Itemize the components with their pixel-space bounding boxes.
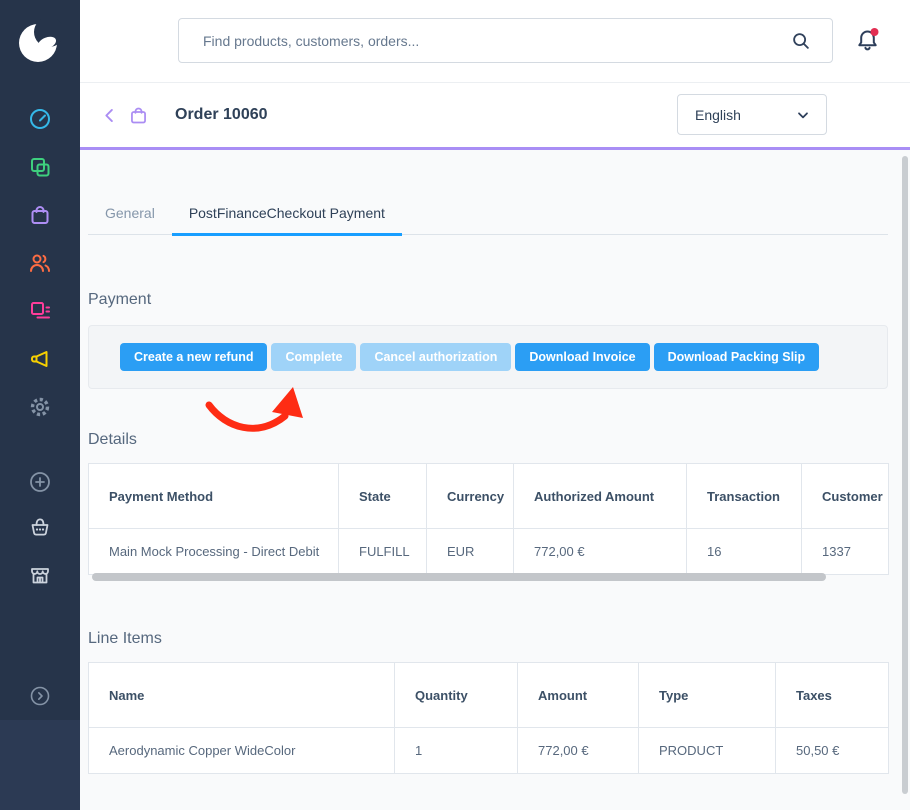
- download-packing-slip-button[interactable]: Download Packing Slip: [654, 343, 820, 371]
- red-arrow-annotation: [200, 384, 310, 442]
- tab-bar: General PostFinanceCheckout Payment: [88, 192, 888, 235]
- content-area: General PostFinanceCheckout Payment Paym…: [80, 150, 910, 810]
- details-section-heading: Details: [88, 431, 137, 449]
- column-header: Payment Method: [89, 464, 339, 529]
- table-cell: Aerodynamic Copper WideColor: [89, 728, 395, 774]
- language-selector[interactable]: English: [677, 94, 827, 135]
- sidebar-item-orders[interactable]: [28, 203, 52, 227]
- speedometer-icon: [28, 107, 52, 131]
- table-cell: Main Mock Processing - Direct Debit: [89, 529, 339, 575]
- payment-section-heading: Payment: [88, 291, 151, 309]
- basket-icon: [28, 515, 52, 539]
- tab-postfinancecheckout-payment[interactable]: PostFinanceCheckout Payment: [172, 192, 402, 234]
- sidebar-item-add-extension[interactable]: [28, 470, 52, 494]
- document-lines-icon: [28, 299, 52, 323]
- column-header: State: [339, 464, 427, 529]
- back-chevron-icon[interactable]: [100, 106, 119, 125]
- gear-icon: [28, 395, 52, 419]
- column-header: Amount: [518, 663, 639, 728]
- cancel-authorization-button[interactable]: Cancel authorization: [360, 343, 511, 371]
- users-icon: [28, 251, 52, 275]
- line-items-section-heading: Line Items: [88, 630, 162, 648]
- sidebar-item-my-extensions[interactable]: [28, 515, 52, 539]
- global-search: [178, 18, 833, 63]
- sidebar-item-expand-menu[interactable]: [28, 684, 52, 708]
- table-cell: FULFILL: [339, 529, 427, 575]
- plus-circle-icon: [28, 470, 52, 494]
- storefront-icon: [28, 563, 52, 587]
- table-cell: PRODUCT: [639, 728, 776, 774]
- column-header: Quantity: [395, 663, 518, 728]
- sidebar: A: [0, 0, 80, 810]
- column-header: Type: [639, 663, 776, 728]
- table-cell: 50,50 €: [776, 728, 889, 774]
- sidebar-item-customers[interactable]: [28, 251, 52, 275]
- topbar: [80, 0, 910, 83]
- line-item-row: Aerodynamic Copper WideColor 1 772,00 € …: [89, 728, 889, 774]
- shopping-bag-icon: [28, 203, 52, 227]
- sidebar-item-catalogues[interactable]: [28, 155, 52, 179]
- payment-actions-card: Create a new refund Complete Cancel auth…: [88, 325, 888, 389]
- sidebar-user-area: A: [0, 720, 80, 810]
- table-cell: 1337: [802, 529, 889, 575]
- shopware-logo-icon: [18, 19, 62, 63]
- horizontal-scrollbar-thumb[interactable]: [92, 573, 826, 581]
- column-header: Transaction: [687, 464, 802, 529]
- sidebar-item-shop[interactable]: [28, 563, 52, 587]
- payment-actions-row: Create a new refund Complete Cancel auth…: [120, 343, 887, 371]
- details-table: Payment Method State Currency Authorized…: [88, 463, 889, 575]
- sidebar-item-dashboard[interactable]: [28, 107, 52, 131]
- language-selector-value: English: [695, 107, 741, 123]
- column-header: Currency: [427, 464, 514, 529]
- details-row: Main Mock Processing - Direct Debit FULF…: [89, 529, 889, 575]
- notification-bell-icon[interactable]: [853, 26, 883, 56]
- search-input[interactable]: [179, 19, 790, 62]
- table-cell: 16: [687, 529, 802, 575]
- column-header: Name: [89, 663, 395, 728]
- line-items-header-row: Name Quantity Amount Type Taxes: [89, 663, 889, 728]
- download-invoice-button[interactable]: Download Invoice: [515, 343, 649, 371]
- table-cell: 772,00 €: [518, 728, 639, 774]
- tab-general[interactable]: General: [88, 192, 172, 234]
- chevron-down-icon: [795, 107, 811, 123]
- notification-dot: [871, 28, 879, 36]
- details-header-row: Payment Method State Currency Authorized…: [89, 464, 889, 529]
- overlapping-squares-icon: [28, 155, 52, 179]
- create-refund-button[interactable]: Create a new refund: [120, 343, 267, 371]
- chevron-right-circle-icon: [28, 684, 52, 708]
- order-bag-icon: [128, 105, 149, 126]
- line-items-table: Name Quantity Amount Type Taxes Aerodyna…: [88, 662, 889, 774]
- table-cell: 772,00 €: [514, 529, 687, 575]
- vertical-scrollbar-thumb[interactable]: [902, 156, 908, 794]
- sidebar-item-marketing[interactable]: [28, 347, 52, 371]
- column-header: Customer: [802, 464, 889, 529]
- sidebar-item-content[interactable]: [28, 299, 52, 323]
- table-cell: EUR: [427, 529, 514, 575]
- column-header: Authorized Amount: [514, 464, 687, 529]
- shopware-admin-order-page: A Order 10060 English: [0, 0, 910, 810]
- column-header: Taxes: [776, 663, 889, 728]
- table-cell: 1: [395, 728, 518, 774]
- page-title: Order 10060: [175, 106, 268, 124]
- megaphone-icon: [28, 347, 52, 371]
- search-icon[interactable]: [790, 30, 812, 52]
- sidebar-item-settings[interactable]: [28, 395, 52, 419]
- complete-button[interactable]: Complete: [271, 343, 356, 371]
- smartbar: Order 10060 English: [80, 84, 910, 150]
